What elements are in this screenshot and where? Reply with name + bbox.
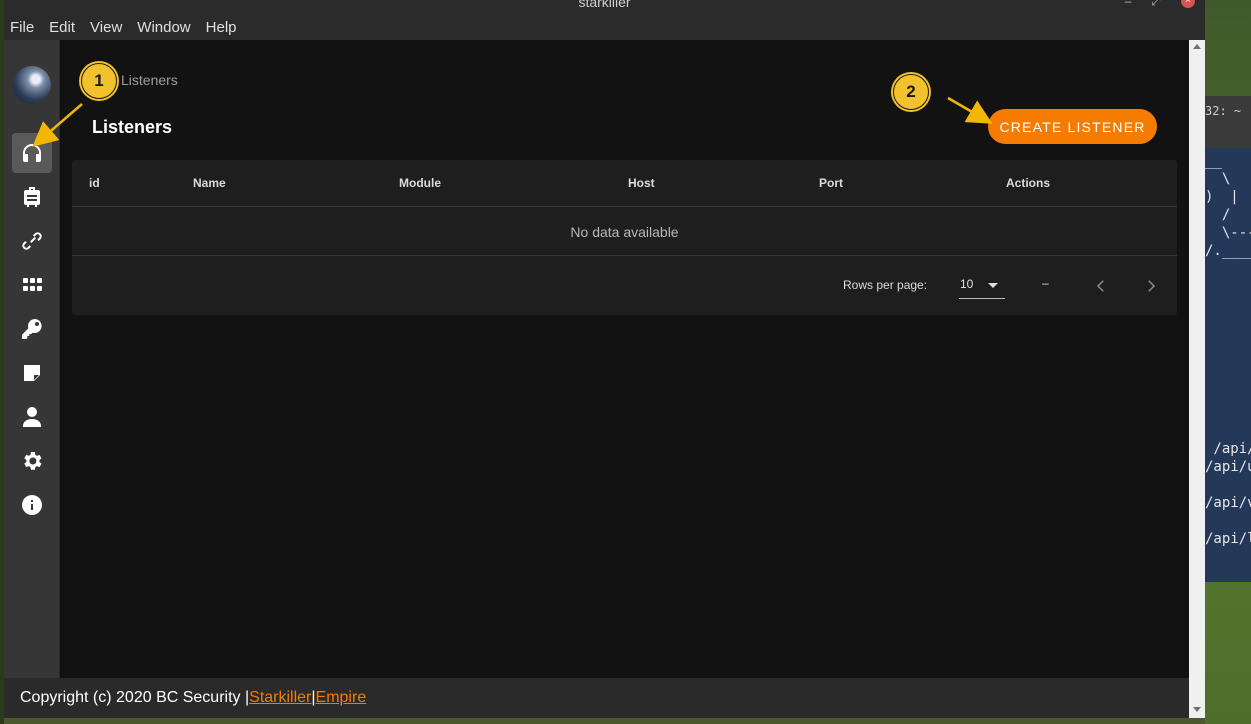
sidebar-item-modules[interactable] xyxy=(12,265,52,305)
annotation-badge-2: 2 xyxy=(893,74,929,110)
main-content: Listeners Listeners CREATE LISTENER id N… xyxy=(61,40,1189,678)
menu-bar: File Edit View Window Help xyxy=(4,14,1205,40)
rows-per-page-label: Rows per page: xyxy=(843,278,928,292)
column-header-id[interactable]: id xyxy=(89,176,100,190)
scrollbar[interactable] xyxy=(1189,40,1205,718)
table-header: id Name Module Host Port Actions xyxy=(72,160,1177,207)
scroll-up-icon[interactable] xyxy=(1193,44,1201,49)
column-header-port[interactable]: Port xyxy=(819,176,843,190)
previous-page-button[interactable] xyxy=(1086,271,1116,301)
next-page-button[interactable] xyxy=(1136,271,1166,301)
sidebar-item-users[interactable] xyxy=(12,397,52,437)
caret-down-icon xyxy=(988,283,998,288)
gear-icon xyxy=(24,452,42,470)
note-icon xyxy=(24,365,40,381)
column-header-actions: Actions xyxy=(1006,176,1051,190)
title-bar: starkiller – ⤢ × xyxy=(4,0,1205,14)
menu-file[interactable]: File xyxy=(10,19,34,36)
terminal-line: \--- xyxy=(1205,225,1251,241)
chevron-right-icon xyxy=(1148,280,1156,292)
terminal-line: \ xyxy=(1205,171,1231,187)
empire-link[interactable]: Empire xyxy=(316,689,367,707)
terminal-line: /api/ xyxy=(1205,441,1251,457)
footer: Copyright (c) 2020 BC Security | Starkil… xyxy=(4,678,1189,718)
terminal-output: __ \) | / \---/.____ /api//api/u /api/v … xyxy=(1205,152,1251,548)
menu-help[interactable]: Help xyxy=(206,19,237,36)
column-header-host[interactable]: Host xyxy=(628,176,655,190)
empty-table-message: No data available xyxy=(72,208,1177,256)
scroll-down-icon[interactable] xyxy=(1193,707,1201,712)
create-listener-button[interactable]: CREATE LISTENER xyxy=(988,109,1157,144)
menu-window[interactable]: Window xyxy=(137,19,190,36)
close-icon[interactable]: × xyxy=(1181,0,1195,8)
page-range-text: – xyxy=(1042,276,1049,290)
terminal-line: __ xyxy=(1205,153,1222,169)
sidebar-item-credentials[interactable] xyxy=(12,309,52,349)
page-title: Listeners xyxy=(92,117,173,137)
terminal-line: /.____ xyxy=(1205,243,1251,259)
window-controls: – ⤢ × xyxy=(1125,0,1195,9)
sidebar-item-reporting[interactable] xyxy=(12,353,52,393)
starkiller-link[interactable]: Starkiller xyxy=(249,689,311,707)
rows-per-page-value: 10 xyxy=(960,277,974,291)
terminal-line: /api/v xyxy=(1205,495,1251,511)
link-icon xyxy=(22,232,42,250)
terminal-line: ) | xyxy=(1205,189,1239,205)
copyright-text: Copyright (c) 2020 BC Security | xyxy=(20,689,250,706)
avatar[interactable] xyxy=(13,66,51,104)
sidebar-item-agents[interactable] xyxy=(12,221,52,261)
key-icon xyxy=(22,319,42,339)
terminal-line: /api/l xyxy=(1205,531,1251,547)
headphones-icon xyxy=(23,144,41,162)
sidebar-item-settings[interactable] xyxy=(12,441,52,481)
grid-icon xyxy=(23,278,42,291)
column-header-module[interactable]: Module xyxy=(399,176,441,190)
window-title: starkiller xyxy=(578,0,631,10)
chevron-left-icon xyxy=(1096,280,1104,292)
menu-view[interactable]: View xyxy=(90,19,122,36)
table-footer: Rows per page: 10 – xyxy=(72,257,1177,315)
minimize-icon[interactable]: – xyxy=(1125,0,1132,9)
rows-per-page-select[interactable]: 10 xyxy=(959,273,1005,299)
annotation-badge-1: 1 xyxy=(81,63,117,99)
briefcase-icon xyxy=(24,187,40,207)
sidebar-item-about[interactable] xyxy=(12,485,52,525)
terminal-line: / xyxy=(1205,207,1231,223)
user-icon xyxy=(23,407,41,427)
background-terminal: 32: ~ __ \ ) | / \--- /.____ /api/ /api/u /… xyxy=(1205,96,1251,582)
terminal-line: /api/u xyxy=(1205,459,1251,475)
sidebar xyxy=(4,40,60,678)
menu-edit[interactable]: Edit xyxy=(49,19,75,36)
maximize-icon[interactable]: ⤢ xyxy=(1151,0,1161,9)
sidebar-item-stagers[interactable] xyxy=(12,177,52,217)
listeners-table: id Name Module Host Port Actions No data… xyxy=(72,160,1177,315)
terminal-title: 32: ~ xyxy=(1205,96,1251,148)
app-window: starkiller – ⤢ × File Edit View Window H… xyxy=(4,0,1205,718)
info-icon xyxy=(22,495,42,515)
sidebar-item-listeners[interactable] xyxy=(12,133,52,173)
breadcrumb[interactable]: Listeners xyxy=(121,72,178,88)
column-header-name[interactable]: Name xyxy=(193,176,226,190)
